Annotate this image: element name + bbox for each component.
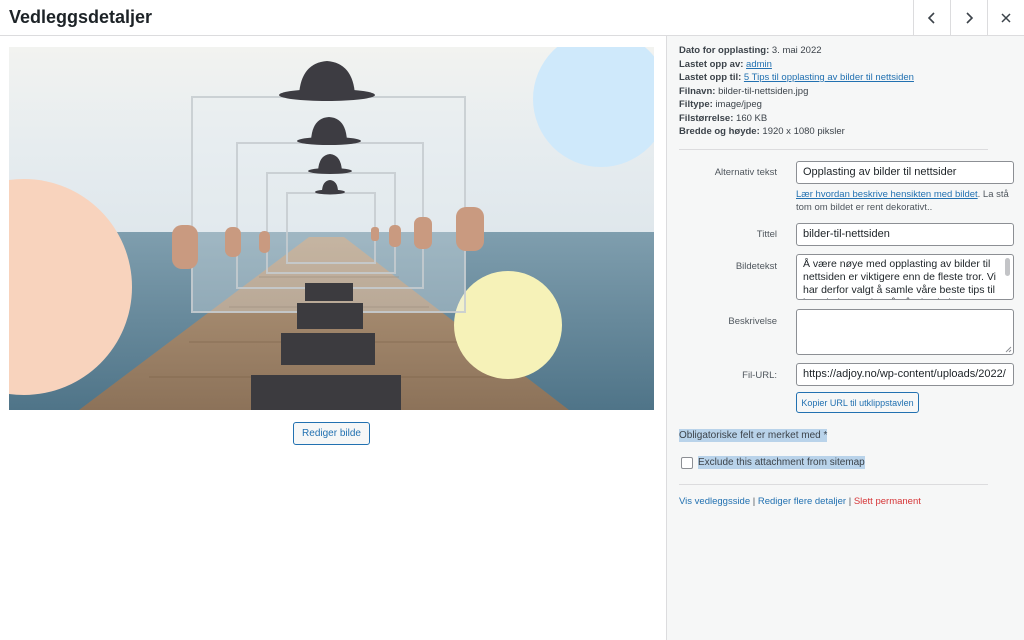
filesize-value: 160 KB	[736, 112, 768, 124]
divider	[679, 149, 988, 150]
caption-textarea[interactable]: Å være nøye med opplasting av bilder til…	[796, 254, 1014, 300]
required-fields-note: Obligatoriske felt er merket med *	[679, 429, 828, 442]
dimensions-row: Bredde og høyde: 1920 x 1080 piksler	[679, 125, 914, 139]
filetype-row: Filtype: image/jpeg	[679, 98, 914, 112]
dimensions-value: 1920 x 1080 piksler	[762, 126, 845, 137]
divider	[679, 484, 988, 485]
resize-handle-icon[interactable]	[1005, 346, 1012, 353]
uploaded-by-row: Lastet opp av: admin	[679, 58, 914, 72]
alt-text-label: Alternativ tekst	[714, 167, 777, 178]
uploaded-to-label: Lastet opp til:	[679, 72, 742, 83]
close-icon	[1001, 12, 1011, 23]
previous-button[interactable]	[913, 0, 950, 35]
file-details: Dato for opplasting: 3. mai 2022 Lastet …	[679, 44, 914, 139]
separator: |	[848, 496, 852, 507]
edit-image-button[interactable]: Rediger bilde	[293, 422, 370, 445]
next-button[interactable]	[950, 0, 987, 35]
modal-header: Vedleggsdetaljer	[0, 0, 1024, 36]
attachment-actions: Vis vedleggsside | Rediger flere detalje…	[679, 496, 921, 507]
view-attachment-link[interactable]: Vis vedleggsside	[679, 496, 750, 507]
filename-value: bilder-til-nettsiden.jpg	[718, 85, 809, 97]
uploaded-by-link[interactable]: admin	[746, 59, 772, 70]
edit-more-details-link[interactable]: Rediger flere detaljer	[758, 496, 846, 507]
title-input[interactable]: bilder-til-nettsiden	[796, 223, 1014, 246]
title-label: Tittel	[756, 229, 777, 240]
uploaded-by-label: Lastet opp av:	[679, 58, 744, 70]
alt-text-help-link[interactable]: Lær hvordan beskrive hensikten med bilde…	[796, 189, 978, 200]
filetype-label: Filtype:	[679, 99, 713, 110]
caption-label: Bildetekst	[735, 261, 777, 272]
description-textarea[interactable]	[796, 309, 1014, 355]
copy-url-button[interactable]: Kopier URL til utklippstavlen	[796, 392, 919, 413]
caption-text: Å være nøye med opplasting av bilder til…	[803, 258, 996, 299]
filename-row: Filnavn: bilder-til-nettsiden.jpg	[679, 85, 914, 99]
alt-text-help: Lær hvordan beskrive hensikten med bilde…	[796, 188, 1016, 214]
uploaded-to-row: Lastet opp til: 5 Tips til opplasting av…	[679, 71, 914, 85]
attachment-details-sidebar: Dato for opplasting: 3. mai 2022 Lastet …	[666, 36, 1024, 640]
exclude-sitemap-checkbox[interactable]	[681, 457, 693, 469]
chevron-right-icon	[966, 11, 974, 24]
uploaded-on-value: 3. mai 2022	[771, 45, 822, 56]
file-url-label: Fil-URL:	[742, 370, 777, 381]
uploaded-on-label: Dato for opplasting:	[679, 45, 770, 56]
attachment-image	[9, 47, 654, 410]
separator: |	[752, 496, 756, 507]
alt-text-input[interactable]: Opplasting av bilder til nettsider	[796, 161, 1014, 184]
caption-scrollbar[interactable]	[1005, 258, 1010, 276]
file-url-input[interactable]: https://adjoy.no/wp-content/uploads/2022…	[796, 363, 1014, 386]
dimensions-label: Bredde og høyde:	[679, 126, 760, 137]
modal-title: Vedleggsdetaljer	[9, 7, 153, 27]
filesize-label: Filstørrelse:	[679, 112, 734, 124]
uploaded-to-link[interactable]: 5 Tips til opplasting av bilder til nett…	[744, 72, 914, 83]
description-label: Beskrivelse	[728, 316, 777, 327]
exclude-sitemap-label[interactable]: Exclude this attachment from sitemap	[698, 456, 865, 469]
filetype-value: image/jpeg	[715, 99, 762, 110]
filename-label: Filnavn:	[679, 85, 716, 97]
delete-permanently-link[interactable]: Slett permanent	[854, 496, 921, 507]
chevron-left-icon	[927, 11, 935, 24]
uploaded-on-row: Dato for opplasting: 3. mai 2022	[679, 44, 914, 58]
close-button[interactable]	[987, 0, 1024, 35]
filesize-row: Filstørrelse: 160 KB	[679, 112, 914, 126]
media-preview-pane: Rediger bilde	[0, 36, 665, 640]
